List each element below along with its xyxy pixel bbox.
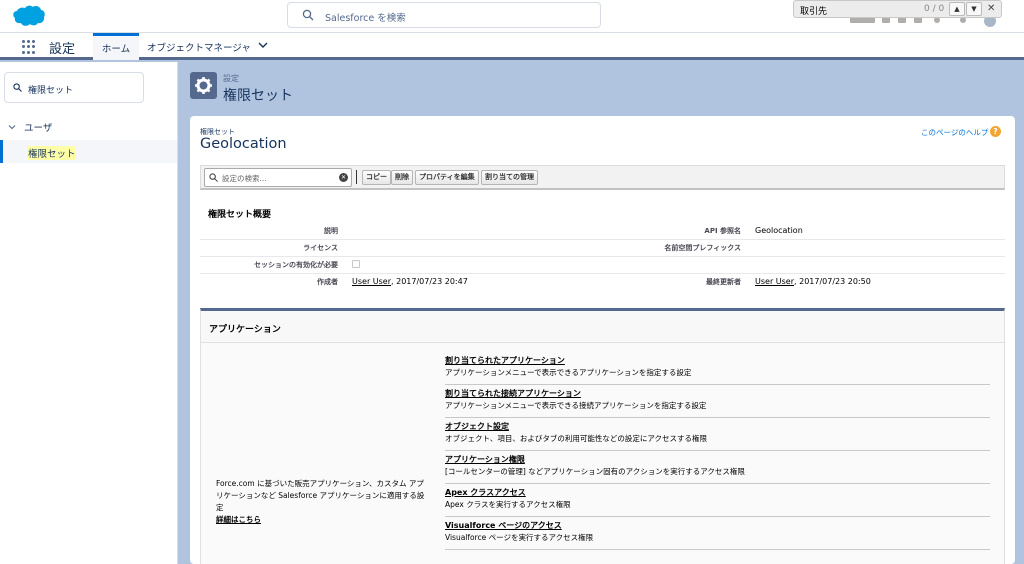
toolbar-divider bbox=[356, 170, 357, 184]
global-search-placeholder: Salesforce を検索 bbox=[325, 13, 406, 24]
list-item-description: Apex クラスを実行するアクセス権限 bbox=[445, 500, 571, 509]
global-header: Salesforce を検索 取引先 0 / 0 ▲ ▼ ✕ bbox=[0, 0, 1024, 33]
apex-class-access-link[interactable]: Apex クラスアクセス bbox=[445, 487, 526, 498]
apps-section: アプリケーション Force.com に基づいた販売アプリケーション、カスタム … bbox=[200, 308, 1005, 564]
quick-find-input[interactable]: 権限セット bbox=[4, 72, 144, 103]
list-item: オブジェクト設定 オブジェクト、項目、およびタブの利用可能性などの設定にアクセス… bbox=[445, 417, 990, 451]
find-input[interactable]: 取引先 bbox=[800, 4, 827, 17]
list-item-description: オブジェクト、項目、およびタブの利用可能性などの設定にアクセスする権限 bbox=[445, 434, 707, 443]
context-bar: 設定 ホーム オブジェクトマネージャ bbox=[0, 33, 1024, 60]
object-settings-link[interactable]: オブジェクト設定 bbox=[445, 421, 509, 432]
assigned-connected-apps-link[interactable]: 割り当てられた接続アプリケーション bbox=[445, 388, 581, 399]
overview-section-title: 権限セット概要 bbox=[208, 210, 272, 220]
app-name: 設定 bbox=[49, 42, 76, 57]
list-item-description: [コールセンターの管理] などアプリケーション固有のアクションを実行するアクセス… bbox=[445, 467, 745, 476]
app-permissions-link[interactable]: アプリケーション権限 bbox=[445, 454, 525, 465]
record-toolbar: 設定の検索... ✕ コピー 削除 プロパティを編集 割り当ての管理 bbox=[200, 165, 1005, 190]
list-item-description: アプリケーションメニューで表示できる接続アプリケーションを指定する設定 bbox=[445, 401, 707, 410]
page-header: 設定 権限セット bbox=[190, 72, 1020, 108]
manage-assignments-button[interactable]: 割り当ての管理 bbox=[481, 170, 538, 185]
find-next-button[interactable]: ▼ bbox=[966, 2, 982, 16]
search-icon bbox=[302, 9, 314, 21]
app-launcher-icon[interactable] bbox=[22, 40, 36, 54]
modified-by-user-link[interactable]: User User bbox=[755, 277, 794, 286]
setup-sidebar: 権限セット ユーザ 権限セット bbox=[0, 62, 178, 564]
assigned-apps-link[interactable]: 割り当てられたアプリケーション bbox=[445, 355, 565, 366]
detail-row: 説明 API 参照名 Geolocation bbox=[200, 223, 1005, 240]
sidebar-item-permission-sets[interactable]: 権限セット bbox=[0, 140, 177, 163]
description-label: 説明 bbox=[324, 227, 338, 235]
chevron-down-icon bbox=[8, 125, 16, 130]
session-activation-checkbox bbox=[352, 260, 360, 268]
detail-row: ライセンス 名前空間プレフィックス bbox=[200, 240, 1005, 257]
browser-find-bar: 取引先 0 / 0 ▲ ▼ ✕ bbox=[793, 0, 1002, 18]
apps-description: Force.com に基づいた販売アプリケーション、カスタム アプリケーションな… bbox=[216, 478, 431, 526]
main-panel: 権限セット Geolocation このページのヘルプ ? 設定の検索... ✕… bbox=[190, 116, 1015, 564]
api-name-value: Geolocation bbox=[755, 226, 803, 235]
search-icon bbox=[209, 173, 218, 182]
created-by-value: User User, 2017/07/23 20:47 bbox=[352, 277, 468, 286]
list-item: Apex クラスアクセス Apex クラスを実行するアクセス権限 bbox=[445, 483, 990, 517]
find-close-icon[interactable]: ✕ bbox=[987, 3, 995, 14]
clear-search-icon[interactable]: ✕ bbox=[339, 173, 348, 182]
namespace-label: 名前空間プレフィックス bbox=[664, 244, 741, 252]
session-activation-label: セッションの有効化が必要 bbox=[254, 261, 338, 269]
quick-find-value: 権限セット bbox=[28, 86, 74, 96]
global-search-input[interactable]: Salesforce を検索 bbox=[287, 2, 601, 28]
created-date: , 2017/07/23 20:47 bbox=[391, 277, 468, 286]
license-label: ライセンス bbox=[303, 244, 338, 252]
gear-icon bbox=[190, 72, 217, 99]
setup-search-placeholder: 設定の検索... bbox=[222, 174, 267, 183]
api-name-label: API 参照名 bbox=[704, 227, 741, 235]
list-item: アプリケーション権限 [コールセンターの管理] などアプリケーション固有のアクシ… bbox=[445, 450, 990, 484]
tree-group-label: ユーザ bbox=[24, 123, 53, 134]
sidebar-item-label: 権限セット bbox=[28, 146, 76, 160]
salesforce-logo[interactable] bbox=[12, 5, 45, 27]
help-icon[interactable]: ? bbox=[990, 126, 1001, 137]
page-eyebrow: 設定 bbox=[223, 74, 239, 83]
learn-more-link[interactable]: 詳細はこちら bbox=[216, 514, 431, 526]
list-item-description: アプリケーションメニューで表示できるアプリケーションを指定する設定 bbox=[445, 368, 692, 377]
created-by-user-link[interactable]: User User bbox=[352, 277, 391, 286]
apps-section-title: アプリケーション bbox=[209, 325, 281, 335]
header-utility-icons bbox=[850, 15, 1000, 27]
page-title: 権限セット bbox=[223, 88, 293, 104]
find-match-count: 0 / 0 bbox=[924, 4, 945, 14]
search-icon bbox=[13, 83, 22, 92]
delete-button[interactable]: 削除 bbox=[391, 170, 413, 185]
detail-row: 作成者 User User, 2017/07/23 20:47 最終更新者 Us… bbox=[200, 274, 1005, 291]
created-by-label: 作成者 bbox=[317, 278, 338, 286]
edit-properties-button[interactable]: プロパティを編集 bbox=[415, 170, 479, 185]
modified-date: , 2017/07/23 20:50 bbox=[794, 277, 871, 286]
tab-home[interactable]: ホーム bbox=[93, 33, 139, 60]
copy-button[interactable]: コピー bbox=[362, 170, 391, 185]
list-item: Visualforce ページのアクセス Visualforce ページを実行す… bbox=[445, 516, 990, 550]
find-prev-button[interactable]: ▲ bbox=[949, 2, 965, 16]
apps-description-text: Force.com に基づいた販売アプリケーション、カスタム アプリケーションな… bbox=[216, 479, 425, 512]
list-item: 割り当てられたアプリケーション アプリケーションメニューで表示できるアプリケーシ… bbox=[445, 351, 990, 385]
modified-by-label: 最終更新者 bbox=[706, 278, 741, 286]
record-title: Geolocation bbox=[200, 136, 287, 152]
tree-group-users[interactable]: ユーザ bbox=[8, 120, 52, 134]
list-item: 割り当てられた接続アプリケーション アプリケーションメニューで表示できる接続アプ… bbox=[445, 384, 990, 418]
apps-section-header: アプリケーション bbox=[201, 311, 1004, 343]
detail-row: セッションの有効化が必要 bbox=[200, 257, 1005, 274]
list-item-description: Visualforce ページを実行するアクセス権限 bbox=[445, 533, 594, 542]
help-link[interactable]: このページのヘルプ bbox=[921, 127, 988, 138]
visualforce-page-access-link[interactable]: Visualforce ページのアクセス bbox=[445, 520, 562, 531]
chevron-down-icon[interactable] bbox=[258, 40, 268, 50]
modified-by-value: User User, 2017/07/23 20:50 bbox=[755, 277, 871, 286]
setup-search-input[interactable]: 設定の検索... ✕ bbox=[204, 168, 352, 187]
tab-object-manager[interactable]: オブジェクトマネージャ bbox=[147, 33, 251, 60]
